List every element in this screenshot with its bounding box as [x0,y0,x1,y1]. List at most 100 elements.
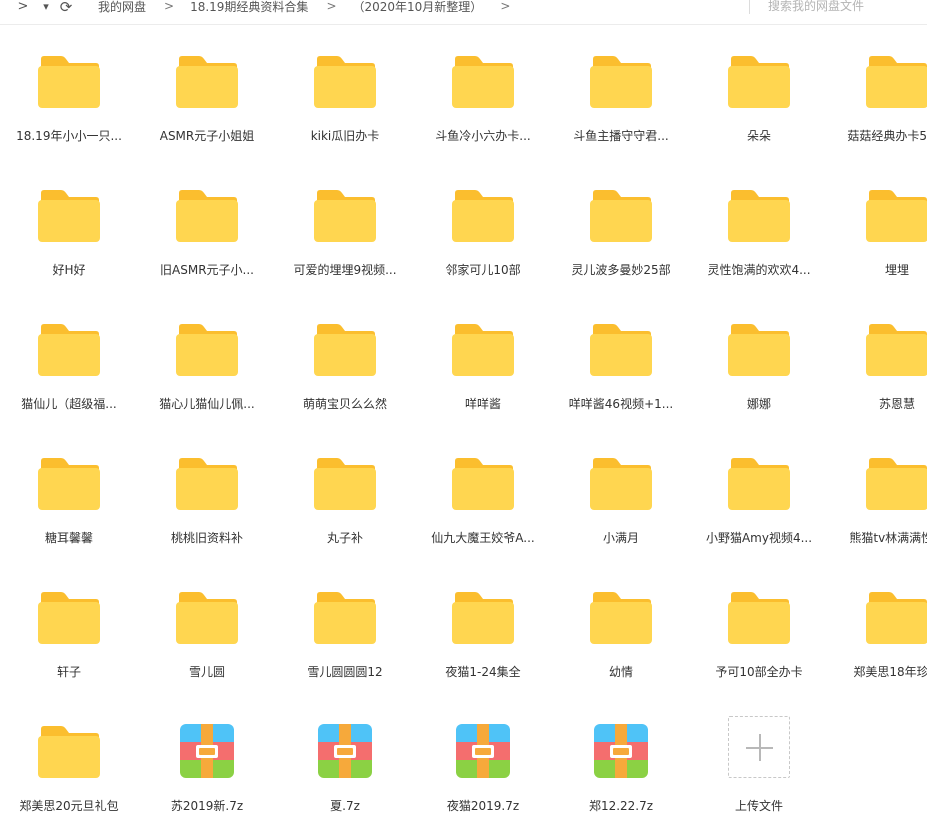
breadcrumb-item-current[interactable]: （2020年10月新整理） [353,0,483,15]
file-item[interactable]: 苏2019新.7z [138,714,276,820]
item-label: 可爱的埋埋9视频... [293,263,397,277]
folder-item[interactable]: 苏恩慧 [828,312,927,446]
item-label: 苏2019新.7z [170,799,244,813]
folder-item[interactable]: 轩子 [0,580,138,714]
folder-item[interactable]: 灵性饱满的欢欢4... [690,178,828,312]
file-manager: > ▾ ⟳ 我的网盘 > 18.19期经典资料合集 > （2020年10月新整理… [0,0,927,820]
item-label: 雪儿圆圆圆12 [307,665,383,679]
history-dropdown-button[interactable]: ▾ [40,0,52,14]
item-label: 埋埋 [884,263,909,277]
folder-item[interactable]: 仙九大魔王姣爷A... [414,446,552,580]
folder-icon [866,322,927,376]
item-label: 朵朵 [746,129,771,143]
folder-item[interactable]: 丸子补 [276,446,414,580]
folder-item[interactable]: 斗鱼冷小六办卡... [414,44,552,178]
folder-item[interactable]: 雪儿圆 [138,580,276,714]
breadcrumb: 我的网盘 > 18.19期经典资料合集 > （2020年10月新整理） > [98,0,526,14]
folder-icon [176,456,238,510]
item-label: 灵性饱满的欢欢4... [707,263,811,277]
folder-item[interactable]: 猫仙儿（超级福... [0,312,138,446]
folder-item[interactable]: 埋埋 [828,178,927,312]
folder-icon [38,590,100,644]
item-label: 轩子 [56,665,81,679]
item-label: 灵儿波多曼妙25部 [571,263,671,277]
folder-item[interactable]: 灵儿波多曼妙25部 [552,178,690,312]
folder-icon [590,590,652,644]
folder-icon [728,322,790,376]
item-label: 夜猫1-24集全 [445,665,521,679]
item-label: 菇菇经典办卡51部 [847,129,927,143]
item-label: kiki瓜旧办卡 [310,129,380,143]
folder-item[interactable]: 邻家可儿10部 [414,178,552,312]
folder-icon [314,590,376,644]
item-label: 雪儿圆 [188,665,225,679]
item-label: 予可10部全办卡 [715,665,803,679]
folder-item[interactable]: 菇菇经典办卡51部 [828,44,927,178]
folder-icon [728,590,790,644]
file-item[interactable]: 夏.7z [276,714,414,820]
item-label: 丸子补 [326,531,363,545]
item-label: 小满月 [602,531,639,545]
folder-item[interactable]: 好H好 [0,178,138,312]
folder-item[interactable]: 雪儿圆圆圆12 [276,580,414,714]
folder-item[interactable]: 斗鱼主播守守君... [552,44,690,178]
folder-icon [728,54,790,108]
file-item[interactable]: 夜猫2019.7z [414,714,552,820]
item-label: 斗鱼主播守守君... [573,129,669,143]
folder-item[interactable]: 桃桃旧资料补 [138,446,276,580]
breadcrumb-item-collection[interactable]: 18.19期经典资料合集 [190,0,308,15]
folder-item[interactable]: 朵朵 [690,44,828,178]
folder-item[interactable]: 幼情 [552,580,690,714]
folder-icon [590,188,652,242]
folder-icon [866,188,927,242]
item-label: ASMR元子小姐姐 [159,129,255,143]
folder-item[interactable]: 萌萌宝贝么么然 [276,312,414,446]
archive-icon [314,724,376,778]
folder-item[interactable]: 予可10部全办卡 [690,580,828,714]
breadcrumb-item-root[interactable]: 我的网盘 [98,0,146,15]
folder-icon [728,456,790,510]
item-label: 咩咩酱46视频+1... [568,397,674,411]
refresh-button[interactable]: ⟳ [58,0,74,15]
folder-item[interactable]: 娜娜 [690,312,828,446]
folder-item[interactable]: 可爱的埋埋9视频... [276,178,414,312]
folder-item[interactable]: 小满月 [552,446,690,580]
folder-item[interactable]: 夜猫1-24集全 [414,580,552,714]
item-label: 仙九大魔王姣爷A... [431,531,535,545]
folder-icon [38,724,100,778]
folder-item[interactable]: 18.19年小小一只... [0,44,138,178]
folder-icon [866,54,927,108]
folder-icon [452,590,514,644]
folder-item[interactable]: 糖耳馨馨 [0,446,138,580]
item-label: 猫仙儿（超级福... [21,397,117,411]
breadcrumb-separator[interactable]: > [500,0,510,13]
search-input[interactable] [758,0,927,14]
folder-item[interactable]: 小野猫Amy视频4... [690,446,828,580]
folder-icon [866,456,927,510]
forward-button[interactable]: > [16,0,30,14]
folder-item[interactable]: 猫心儿猫仙儿佩... [138,312,276,446]
folder-item[interactable]: kiki瓜旧办卡 [276,44,414,178]
item-label: 旧ASMR元子小... [160,263,254,277]
plus-icon [728,716,790,778]
breadcrumb-separator: > [326,0,337,13]
folder-item[interactable]: ASMR元子小姐姐 [138,44,276,178]
folder-item[interactable]: 熊猫tv林满满性... [828,446,927,580]
folder-icon [590,54,652,108]
folder-item[interactable]: 旧ASMR元子小... [138,178,276,312]
item-label: 小野猫Amy视频4... [705,531,813,545]
folder-item[interactable]: 咩咩酱 [414,312,552,446]
chevron-down-icon: ▾ [43,0,49,13]
folder-item[interactable]: 郑美思20元旦礼包 [0,714,138,820]
item-label: 上传文件 [734,799,783,813]
upload-button[interactable]: 上传文件 [690,714,828,820]
item-label: 糖耳馨馨 [44,531,93,545]
folder-item[interactable]: 咩咩酱46视频+1... [552,312,690,446]
archive-icon [590,724,652,778]
folder-item[interactable]: 郑美思18年珍藏 [828,580,927,714]
item-label: 夏.7z [330,799,360,813]
folder-icon [452,322,514,376]
archive-icon [452,724,514,778]
file-item[interactable]: 郑12.22.7z [552,714,690,820]
folder-icon [728,188,790,242]
